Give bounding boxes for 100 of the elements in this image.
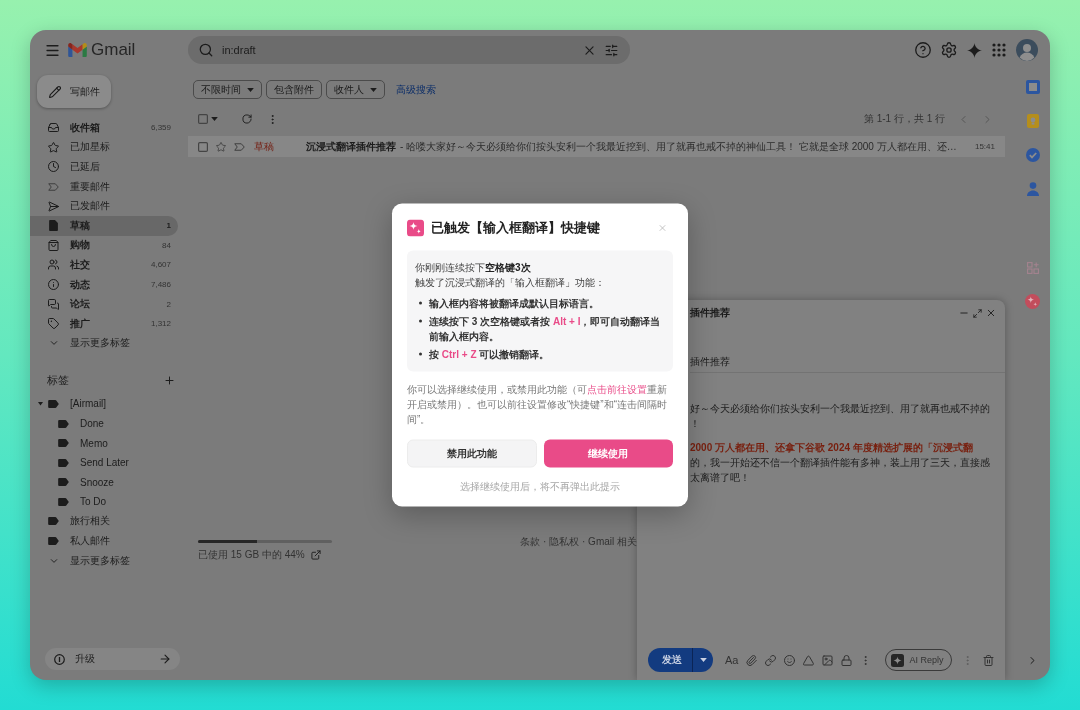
- lock-icon[interactable]: [841, 654, 853, 666]
- chat-icon: [48, 298, 59, 310]
- nav-item[interactable]: 论坛 2: [30, 294, 178, 314]
- continue-button[interactable]: 继续使用: [543, 439, 673, 468]
- filter-chip[interactable]: 收件人: [326, 80, 385, 99]
- triangle-icon[interactable]: [803, 654, 815, 666]
- page-range-text: 第 1-1 行，共 1 行: [863, 112, 945, 126]
- hint-text: 选择继续使用后，将不再弹出此提示: [460, 479, 620, 494]
- nav-item[interactable]: 收件箱 6,359: [30, 118, 178, 138]
- label-item[interactable]: 私人邮件: [30, 531, 178, 551]
- attach-icon[interactable]: [746, 654, 758, 666]
- clock-icon: [48, 161, 59, 173]
- message-count: 1: [166, 221, 171, 231]
- plus-icon[interactable]: [164, 374, 175, 386]
- pencil-icon: [49, 85, 61, 98]
- sparkle-icon[interactable]: [967, 42, 982, 58]
- checkbox[interactable]: [198, 141, 208, 152]
- expand-caret-icon[interactable]: [38, 401, 43, 407]
- document-icon: [49, 220, 58, 232]
- person-icon[interactable]: [1026, 182, 1039, 196]
- menu-icon[interactable]: [45, 42, 60, 58]
- show-more-item[interactable]: 显示更多标签: [30, 333, 178, 354]
- info-text: 触发了沉浸式翻译的「输入框翻译」功能：: [415, 275, 606, 290]
- help-icon[interactable]: [915, 42, 931, 58]
- note-text: 你可以选择继续使用，或禁用此功能（可点击前往设置重新开启或禁用）。也可以前往设置修改“快捷键”和“连击间隔时间”。: [407, 382, 668, 427]
- text-format-button[interactable]: Aa: [725, 654, 739, 666]
- sliders-icon[interactable]: [605, 43, 618, 57]
- sender: 草稿: [254, 139, 274, 154]
- trash-icon[interactable]: [983, 654, 994, 666]
- label-icon: [58, 478, 69, 487]
- bullet-icon: [419, 301, 422, 305]
- circle-logo-icon[interactable]: [1025, 294, 1040, 309]
- label-item[interactable]: Send Later: [30, 452, 178, 473]
- nav-item[interactable]: 购物 84: [30, 235, 178, 256]
- disable-button[interactable]: 禁用此功能: [407, 439, 537, 468]
- email-subject: 沉浸式翻译插件推荐: [306, 139, 396, 154]
- apps-icon[interactable]: [992, 43, 1006, 57]
- message-count: 6,359: [150, 123, 171, 133]
- info-icon: [48, 279, 59, 291]
- bullet-text: 连续按下 3 次空格键或者按 Alt + I，即可自动翻译当前输入框内容。: [429, 314, 662, 344]
- send-button[interactable]: 发送: [648, 648, 692, 672]
- logo-icon: [68, 43, 87, 57]
- image-icon[interactable]: [822, 654, 834, 666]
- inbox-icon: [48, 122, 59, 134]
- avatar[interactable]: [1016, 39, 1038, 61]
- advanced-search-link[interactable]: 高级搜索: [396, 82, 436, 97]
- nav-item[interactable]: 动态 7,486: [30, 274, 178, 295]
- label-item[interactable]: Memo: [30, 433, 178, 453]
- upgrade-button[interactable]: 升级: [45, 648, 180, 670]
- tag-icon: [48, 318, 59, 330]
- nav-item[interactable]: 社交 4,607: [30, 255, 178, 275]
- refresh-icon[interactable]: [242, 114, 252, 124]
- send-options-button[interactable]: [692, 648, 713, 672]
- check-circle-icon[interactable]: [1025, 148, 1040, 162]
- link-icon[interactable]: [765, 654, 777, 666]
- label-item[interactable]: [Airmail]: [30, 394, 178, 414]
- star-icon: [48, 141, 59, 153]
- nav-item[interactable]: 已加星标: [30, 137, 178, 158]
- message-count: 1,312: [150, 319, 171, 329]
- compose-title: 插件推荐: [690, 306, 730, 320]
- message-count: 84: [162, 240, 171, 250]
- calendar-icon[interactable]: [1025, 80, 1040, 94]
- chevron-right-icon[interactable]: [1027, 655, 1038, 666]
- important-icon[interactable]: [234, 142, 245, 151]
- caret-icon: [370, 87, 377, 92]
- logo-text: Gmail: [91, 40, 136, 60]
- nav-item[interactable]: 草稿 1: [30, 215, 178, 236]
- search-icon[interactable]: [199, 43, 213, 57]
- filter-chip[interactable]: 不限时间: [193, 80, 262, 99]
- label-item[interactable]: Snooze: [30, 472, 178, 493]
- search-field[interactable]: in:draft: [188, 36, 630, 64]
- info-text: 你刚刚连续按下空格键3次: [415, 260, 532, 275]
- important-icon: [48, 182, 59, 191]
- nav-item[interactable]: 重要邮件: [30, 176, 178, 197]
- close-icon[interactable]: [986, 308, 996, 318]
- filter-chip[interactable]: 包含附件: [266, 80, 322, 99]
- nav-item[interactable]: 已延后: [30, 157, 178, 177]
- label-icon: [48, 399, 59, 408]
- label-icon: [58, 439, 69, 448]
- clear-icon[interactable]: [583, 43, 596, 57]
- show-more-item[interactable]: 显示更多标签: [30, 550, 178, 571]
- nav-item[interactable]: 已发邮件: [30, 196, 178, 216]
- label-item[interactable]: Done: [30, 413, 178, 434]
- label-icon: [58, 458, 69, 467]
- storage-text: 已使用 15 GB 中的 44%: [198, 548, 305, 562]
- compose-button[interactable]: 写邮件: [37, 75, 111, 108]
- caret-icon: [211, 117, 218, 121]
- label-item[interactable]: 旅行相关: [30, 511, 178, 532]
- message-count: 2: [166, 299, 171, 309]
- star-icon[interactable]: [216, 141, 226, 152]
- emoji-icon[interactable]: [784, 654, 796, 666]
- expand-icon[interactable]: [973, 308, 982, 318]
- external-link-icon[interactable]: [310, 550, 321, 560]
- select-all-checkbox[interactable]: [198, 114, 208, 124]
- subject-field[interactable]: 插件推荐: [690, 352, 1005, 373]
- settings-link[interactable]: 点击前往设置: [587, 383, 647, 395]
- settings-icon[interactable]: [941, 42, 957, 58]
- label-item[interactable]: To Do: [30, 492, 178, 512]
- label-icon: [48, 517, 59, 526]
- nav-item[interactable]: 推广 1,312: [30, 313, 178, 334]
